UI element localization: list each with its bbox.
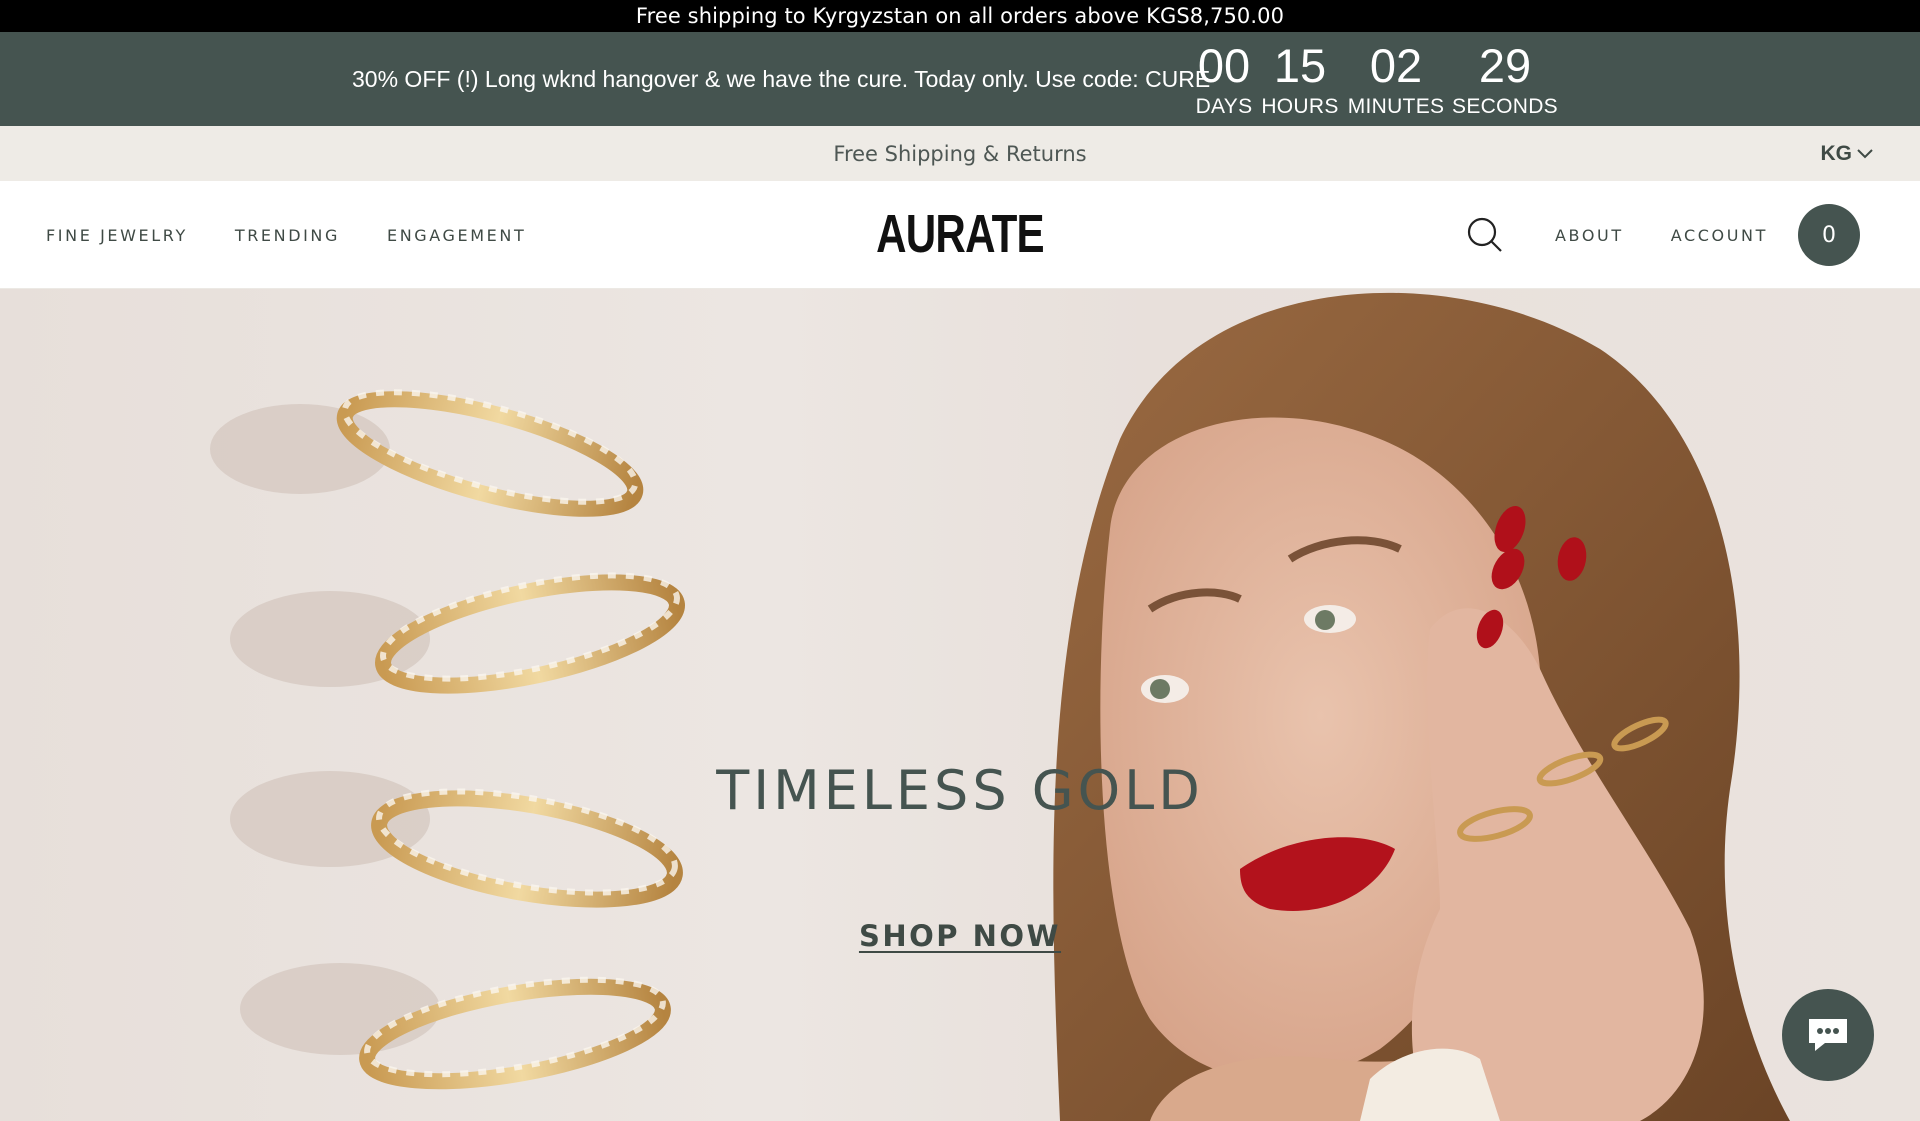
nav-link-account[interactable]: ACCOUNT — [1671, 226, 1768, 245]
hero-image — [210, 292, 1790, 1121]
countdown-label: MINUTES — [1347, 95, 1445, 118]
shipping-returns-text: Free Shipping & Returns — [833, 141, 1087, 166]
countdown-label: SECONDS — [1452, 95, 1558, 118]
nav-link-about[interactable]: ABOUT — [1555, 226, 1624, 245]
countdown-minutes: 02 MINUTES — [1347, 38, 1445, 120]
shipping-banner-text: Free shipping to Kyrgyzstan on all order… — [635, 4, 1285, 28]
chat-button[interactable] — [1782, 989, 1874, 1081]
cart-button[interactable]: 0 — [1798, 204, 1860, 266]
countdown-value: 02 — [1369, 39, 1423, 92]
countdown-seconds: 29 SECONDS — [1452, 38, 1558, 120]
nav-left-links: FINE JEWELRY TRENDING ENGAGEMENT — [46, 181, 526, 289]
nav-link-trending[interactable]: TRENDING — [235, 226, 340, 245]
locale-code: KG — [1820, 141, 1853, 165]
countdown-hours: 15 HOURS — [1261, 38, 1338, 120]
nav-right-links: ABOUT ACCOUNT 0 — [1465, 181, 1860, 289]
countdown-days: 00 DAYS — [1195, 38, 1253, 120]
hero-title: TIMELESS GOLD — [716, 759, 1204, 822]
countdown-label: DAYS — [1195, 95, 1253, 118]
search-icon[interactable] — [1465, 215, 1505, 255]
main-navigation: FINE JEWELRY TRENDING ENGAGEMENT AURATE … — [0, 181, 1920, 289]
countdown-timer: 00 DAYS 15 HOURS 02 MINUTES 29 SECONDS — [1195, 38, 1558, 120]
nav-link-fine-jewelry[interactable]: FINE JEWELRY — [46, 226, 188, 245]
shipping-returns-bar: Free Shipping & Returns KG — [0, 126, 1920, 181]
hero-cta-wrapper: SHOP NOW — [0, 919, 1920, 953]
countdown-label: HOURS — [1261, 95, 1339, 118]
countdown-value: 15 — [1273, 39, 1327, 92]
countdown-value: 29 — [1478, 39, 1532, 92]
hero-banner: TIMELESS GOLD SHOP NOW — [0, 289, 1920, 1121]
nav-link-engagement[interactable]: ENGAGEMENT — [387, 226, 526, 245]
chevron-down-icon — [1857, 148, 1873, 158]
chat-bubble-icon — [1809, 1019, 1847, 1051]
countdown-value: 00 — [1197, 39, 1251, 92]
shipping-banner: Free shipping to Kyrgyzstan on all order… — [0, 0, 1920, 32]
promo-banner: 30% OFF (!) Long wknd hangover & we have… — [0, 32, 1920, 126]
shop-now-link[interactable]: SHOP NOW — [859, 919, 1061, 953]
locale-selector[interactable]: KG — [1821, 126, 1875, 181]
promo-text: 30% OFF (!) Long wknd hangover & we have… — [352, 65, 1211, 92]
cart-count: 0 — [1822, 222, 1836, 248]
